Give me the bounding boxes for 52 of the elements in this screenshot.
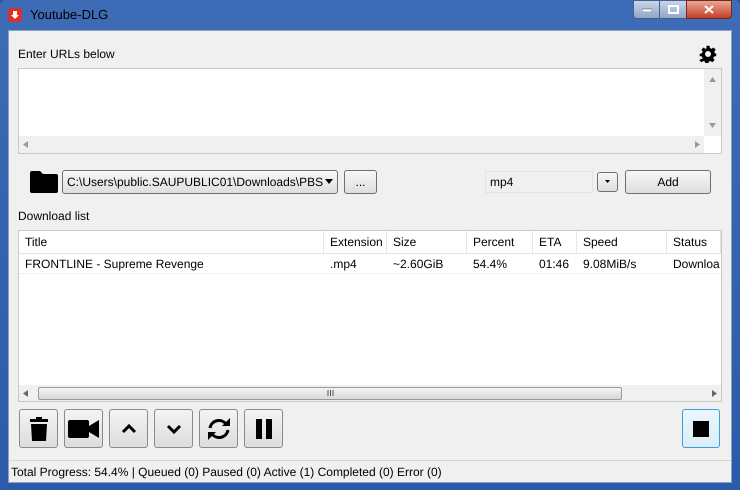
- move-down-button[interactable]: [154, 409, 193, 448]
- format-dropdown-button[interactable]: [597, 172, 618, 192]
- column-header[interactable]: Title: [19, 231, 324, 253]
- chevron-down-icon: [166, 424, 182, 434]
- horizontal-scrollbar[interactable]: [19, 385, 721, 401]
- close-icon: [704, 5, 714, 14]
- url-label: Enter URLs below: [18, 46, 115, 63]
- column-header[interactable]: Status: [667, 231, 721, 253]
- column-header[interactable]: ETA: [533, 231, 577, 253]
- format-field[interactable]: mp4: [485, 170, 593, 192]
- table-cell-text: Downloa: [672, 256, 721, 272]
- pause-icon: [256, 418, 272, 438]
- browse-button[interactable]: ...: [344, 170, 377, 194]
- scroll-right-icon[interactable]: [712, 390, 717, 396]
- delete-button[interactable]: [19, 409, 58, 448]
- pause-button[interactable]: [244, 409, 283, 448]
- column-header[interactable]: Speed: [577, 231, 667, 253]
- minimize-button[interactable]: [633, 0, 660, 19]
- caret-icon: [325, 179, 333, 184]
- column-header[interactable]: Percent: [467, 231, 533, 253]
- window-title: Youtube-DLG: [30, 6, 108, 24]
- trash-icon: [30, 416, 48, 440]
- grip-icon: [326, 390, 334, 396]
- scroll-left-icon[interactable]: [23, 390, 28, 396]
- table-cell-text: FRONTLINE - Supreme Revenge: [24, 256, 205, 272]
- table-cell-text: ~2.60GiB: [392, 256, 444, 272]
- download-list-label: Download list: [18, 208, 90, 225]
- move-up-button[interactable]: [109, 409, 148, 448]
- minimize-icon: [642, 8, 652, 12]
- column-header[interactable]: Extension: [324, 231, 387, 253]
- status-bar-text: Total Progress: 54.4% | Queued (0) Paused (0) Active (1) Completed (0) Error (0): [11, 464, 442, 480]
- stop-icon: [693, 420, 709, 436]
- video-camera-button[interactable]: [64, 409, 103, 448]
- column-header[interactable]: Size: [387, 231, 467, 253]
- table-cell-text: .mp4: [329, 256, 358, 272]
- table-cell-text: 9.08MiB/s: [582, 256, 638, 272]
- scrollbar-thumb[interactable]: [38, 386, 622, 400]
- app-icon: [8, 8, 22, 22]
- reload-button[interactable]: [199, 409, 238, 448]
- path-dropdown[interactable]: C:\Users\public.SAUPUBLIC01\Downloads\PBS: [62, 170, 338, 194]
- video-camera-icon: [68, 420, 99, 438]
- caret-icon: [605, 180, 610, 183]
- settings-icon[interactable]: [699, 45, 717, 63]
- add-button[interactable]: Add: [625, 170, 711, 194]
- stop-button[interactable]: [682, 409, 720, 448]
- folder-icon[interactable]: [30, 170, 58, 192]
- chevron-up-icon: [120, 424, 136, 434]
- close-button[interactable]: [686, 0, 732, 19]
- maximize-icon: [668, 5, 678, 14]
- table-cell-text: 54.4%: [472, 256, 508, 272]
- maximize-button[interactable]: [660, 0, 686, 19]
- table-cell-text: 01:46: [538, 256, 570, 272]
